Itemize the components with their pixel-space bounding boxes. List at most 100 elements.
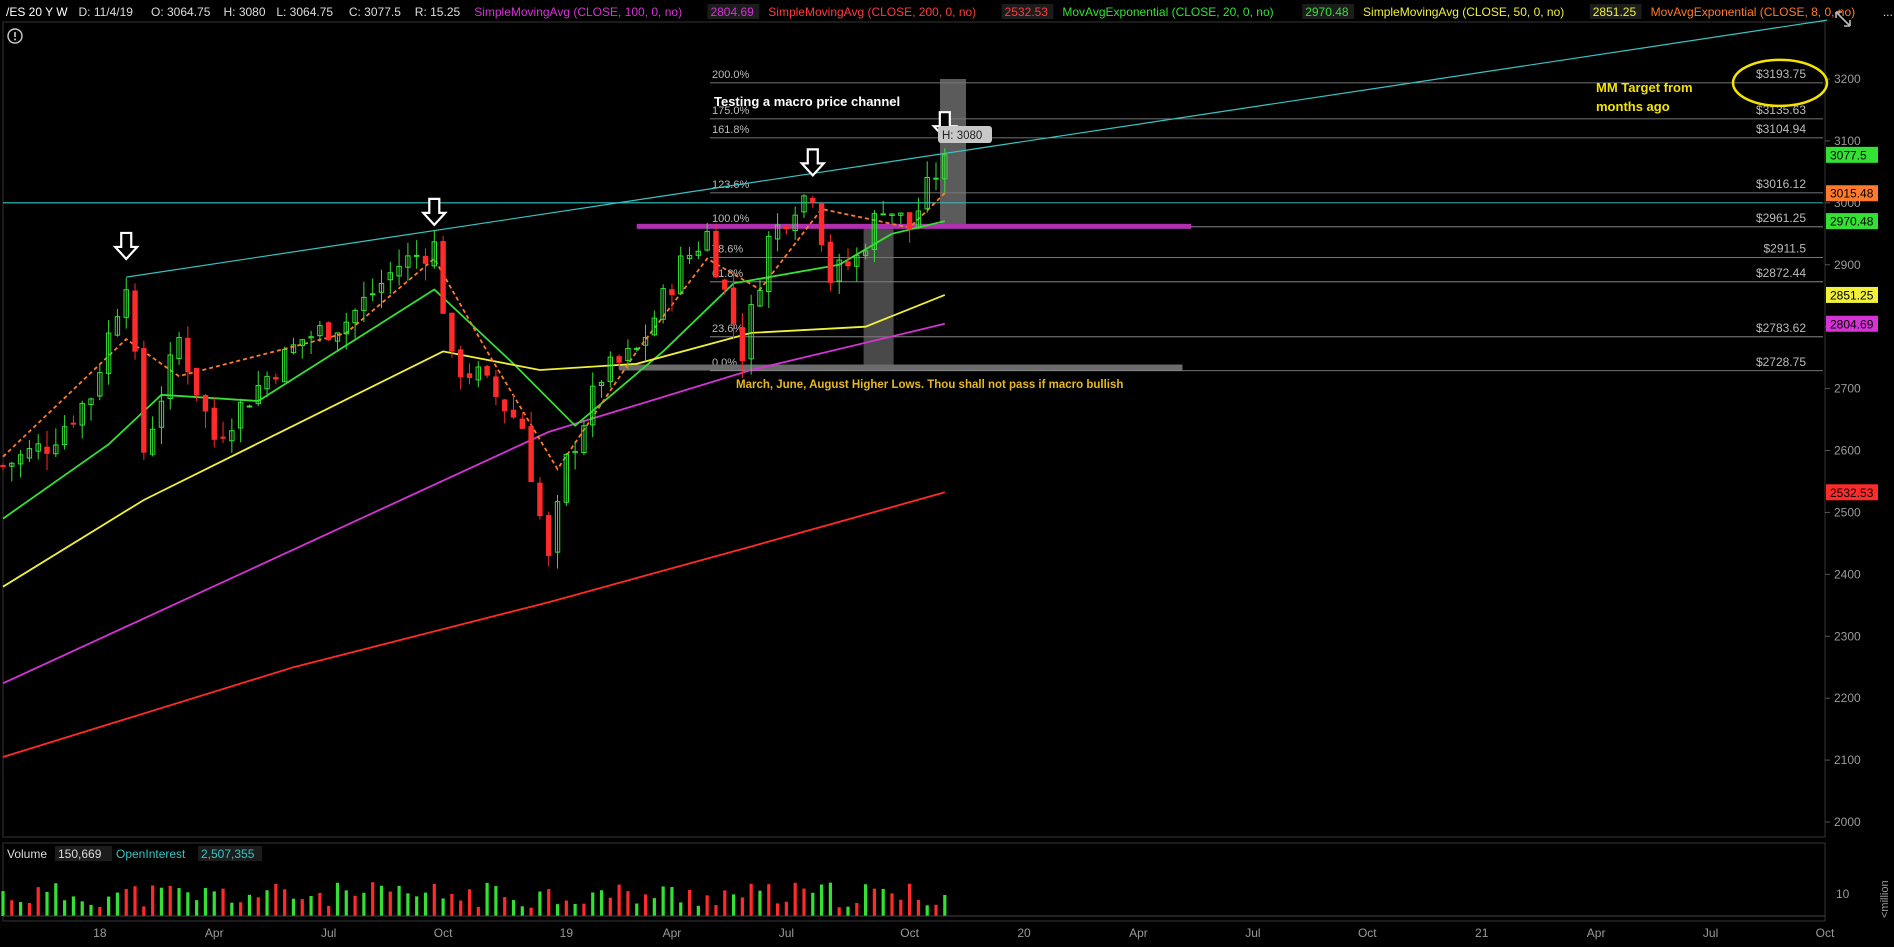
volume-bar xyxy=(520,906,524,916)
volume-bar xyxy=(617,884,621,916)
candle-body xyxy=(440,241,446,314)
volume-bar xyxy=(511,900,516,916)
fib-level-price: $3104.94 xyxy=(1756,122,1806,136)
volume-bar xyxy=(291,898,296,916)
volume-bar xyxy=(318,892,322,916)
price-tick-label: 2700 xyxy=(1834,382,1861,396)
candle-body xyxy=(220,436,226,439)
price-badge-value: 2532.53 xyxy=(1830,486,1874,500)
volume-bar xyxy=(19,902,23,916)
volume-bar xyxy=(705,895,709,916)
candle-body xyxy=(70,422,77,425)
volume-bar xyxy=(335,882,340,916)
volume-bar xyxy=(89,904,93,916)
candle-body xyxy=(906,212,913,230)
volume-bar xyxy=(723,890,727,916)
study-value: 2532.53 xyxy=(1005,5,1049,19)
volume-bar xyxy=(300,899,304,916)
volume-bar xyxy=(388,891,392,916)
price-badge-value: 2970.48 xyxy=(1830,215,1874,229)
volume-bar xyxy=(221,888,225,916)
volume-bar xyxy=(925,905,929,916)
projection-box xyxy=(940,79,967,227)
volume-bar xyxy=(767,884,771,916)
price-tick-label: 2900 xyxy=(1834,258,1861,272)
volume-bar xyxy=(256,897,260,916)
fib-level-price: $2783.62 xyxy=(1756,321,1806,335)
volume-bar xyxy=(916,899,921,916)
price-tick-label: 2400 xyxy=(1834,567,1861,581)
volume-bar xyxy=(582,903,586,916)
volume-bar xyxy=(802,888,806,916)
volume-bar xyxy=(643,894,648,916)
higher-lows-note: March, June, August Higher Lows. Thou sh… xyxy=(736,379,1123,391)
fib-level-pct: 161.8% xyxy=(712,124,750,136)
volume-bar xyxy=(564,900,568,916)
volume-bar xyxy=(907,883,912,916)
volume-bar xyxy=(450,893,454,916)
study-label: MovAvgExponential (CLOSE, 8, 0, no) xyxy=(1651,5,1856,19)
volume-bar xyxy=(1,891,5,916)
volume-bar xyxy=(98,906,102,916)
volume-bar xyxy=(71,896,76,916)
time-tick-label: Apr xyxy=(205,926,224,940)
moving-averages xyxy=(2,192,946,758)
volume-bar xyxy=(203,888,208,916)
price-tick-label: 2100 xyxy=(1834,753,1861,767)
candle-body xyxy=(193,367,200,396)
volume-bar xyxy=(441,898,445,916)
volume-bar xyxy=(63,900,67,916)
price-badge-value: 2804.69 xyxy=(1830,317,1874,331)
candle-body xyxy=(458,349,464,378)
fib-level-price: $3016.12 xyxy=(1756,177,1806,191)
time-tick-label: Jul xyxy=(1245,926,1260,940)
volume-bar xyxy=(115,892,120,916)
study-value: 2804.69 xyxy=(710,5,754,19)
candle-body xyxy=(739,327,746,362)
more-studies: ... xyxy=(1883,5,1893,19)
candle-body xyxy=(484,365,490,376)
volume-bar xyxy=(494,886,498,916)
volume-bar xyxy=(652,898,656,916)
volume-bar xyxy=(309,896,313,916)
price-tick-label: 2200 xyxy=(1834,691,1861,705)
study-value: 2851.25 xyxy=(1593,5,1637,19)
volume-bar xyxy=(432,883,436,916)
volume-label: Volume xyxy=(7,847,47,861)
volume-bar xyxy=(239,902,243,916)
volume-bar xyxy=(415,896,419,916)
volume-bar xyxy=(573,904,577,916)
target-note: MM Target from xyxy=(1596,80,1693,95)
fib-level-price: $2728.75 xyxy=(1756,355,1806,369)
candle-body xyxy=(810,198,816,203)
time-axis: 18 Apr Jul Oct 19 Apr Jul Oct 20 Apr Jul Oct 21 Apr Ju… xyxy=(93,926,1835,940)
volume-bar xyxy=(27,902,32,916)
fib-level-pct: 23.6% xyxy=(712,323,743,335)
candle-body xyxy=(273,376,279,380)
volume-bar xyxy=(696,905,700,916)
chart-window: /ES 20 Y W D: 11/4/19 O: 3064.75 H: 3080 L: … xyxy=(0,4,1893,940)
time-tick-label: Jul xyxy=(1703,926,1718,940)
volume-bar xyxy=(846,906,850,916)
alert-circle-icon[interactable] xyxy=(7,28,23,44)
time-tick-label: Jul xyxy=(779,926,794,940)
candle-body xyxy=(493,376,499,397)
candle-body xyxy=(546,515,552,556)
candle-body xyxy=(0,465,6,468)
open-interest-label: OpenInterest xyxy=(116,847,186,861)
volume-bar xyxy=(485,882,489,916)
fib-level-price: $2872.44 xyxy=(1756,266,1806,280)
down-arrow-marker xyxy=(112,231,140,261)
channel-upper-line xyxy=(126,19,1828,278)
candle-body xyxy=(933,177,939,180)
volume-bar xyxy=(714,905,718,916)
price-tick-label: 2300 xyxy=(1834,629,1861,643)
volume-bar xyxy=(943,894,947,916)
down-arrow-marker xyxy=(799,148,827,177)
ohlc-value: R: 15.25 xyxy=(415,5,461,19)
candle-body xyxy=(502,399,508,412)
volume-bar xyxy=(265,890,269,916)
volume-bar xyxy=(459,900,463,916)
fib-level-pct: 200.0% xyxy=(712,69,750,81)
volume-bar xyxy=(608,897,612,916)
